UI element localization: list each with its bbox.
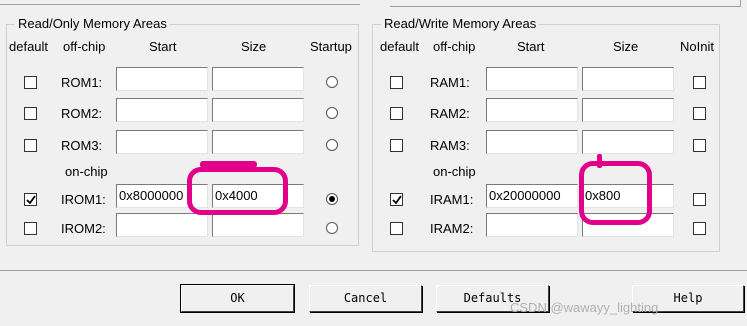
default-checkbox[interactable] — [24, 193, 37, 206]
default-checkbox[interactable] — [390, 139, 403, 152]
readwrite-group-title: Read/Write Memory Areas — [381, 16, 540, 31]
highlight-stroke — [200, 161, 257, 168]
header-size: Size — [613, 39, 639, 54]
startup-radio[interactable] — [326, 222, 338, 234]
highlight-iram1-size — [579, 161, 652, 225]
memory-area-label: ROM1: — [61, 75, 103, 90]
readonly-group-title: Read/Only Memory Areas — [15, 16, 170, 31]
memory-area-label: ROM2: — [61, 106, 103, 121]
start-address-input[interactable] — [486, 213, 578, 237]
ok-button[interactable]: OK — [180, 284, 295, 313]
memory-area-label: IRAM1: — [430, 192, 474, 207]
default-checkbox[interactable] — [390, 222, 403, 235]
size-input[interactable] — [582, 98, 674, 122]
section-onchip: on-chip — [433, 164, 476, 179]
header-offchip: off-chip — [433, 39, 476, 54]
start-address-input[interactable]: 0x20000000 — [486, 184, 578, 208]
noinit-checkbox[interactable] — [693, 222, 706, 235]
top-separator — [0, 0, 747, 8]
highlight-stroke — [597, 154, 602, 168]
readwrite-memory-group: Read/Write Memory Areas default off-chip… — [372, 16, 720, 252]
header-start: Start — [517, 39, 545, 54]
noinit-checkbox[interactable] — [693, 76, 706, 89]
startup-radio[interactable] — [326, 107, 338, 119]
memory-area-label: RAM2: — [430, 106, 470, 121]
readonly-memory-group: Read/Only Memory Areas default off-chip … — [6, 16, 359, 246]
default-checkbox[interactable] — [24, 139, 37, 152]
size-input[interactable] — [212, 98, 304, 122]
size-input[interactable] — [212, 67, 304, 91]
memory-area-label: IRAM2: — [430, 221, 474, 236]
highlight-irom1-size — [187, 167, 288, 215]
size-input[interactable] — [212, 213, 304, 237]
start-address-input[interactable] — [116, 213, 208, 237]
memory-area-label: IROM1: — [61, 192, 106, 207]
start-address-input[interactable] — [116, 67, 208, 91]
startup-radio[interactable] — [326, 193, 338, 205]
noinit-checkbox[interactable] — [693, 107, 706, 120]
header-size: Size — [241, 39, 267, 54]
default-checkbox[interactable] — [390, 76, 403, 89]
noinit-checkbox[interactable] — [693, 139, 706, 152]
size-input[interactable] — [212, 130, 304, 154]
startup-radio[interactable] — [326, 76, 338, 88]
header-default: default — [9, 39, 49, 54]
memory-area-label: ROM3: — [61, 138, 103, 153]
size-input[interactable] — [582, 67, 674, 91]
header-default: default — [380, 39, 420, 54]
memory-area-label: IROM2: — [61, 221, 106, 236]
header-noinit: NoInit — [680, 39, 714, 54]
start-address-input[interactable] — [486, 98, 578, 122]
memory-area-label: RAM1: — [430, 75, 470, 90]
watermark: CSDN @wawayy_lighting — [510, 300, 659, 315]
start-address-input[interactable] — [486, 67, 578, 91]
default-checkbox[interactable] — [24, 222, 37, 235]
start-address-input[interactable] — [486, 130, 578, 154]
startup-radio[interactable] — [326, 139, 338, 151]
start-address-input[interactable] — [116, 98, 208, 122]
header-startup: Startup — [310, 39, 352, 54]
memory-area-label: RAM3: — [430, 138, 470, 153]
default-checkbox[interactable] — [24, 107, 37, 120]
start-address-input[interactable] — [116, 130, 208, 154]
section-onchip: on-chip — [65, 164, 108, 179]
header-offchip: off-chip — [63, 39, 106, 54]
cancel-button[interactable]: Cancel — [309, 285, 422, 312]
default-checkbox[interactable] — [24, 76, 37, 89]
default-checkbox[interactable] — [390, 107, 403, 120]
noinit-checkbox[interactable] — [693, 193, 706, 206]
default-checkbox[interactable] — [390, 193, 403, 206]
header-start: Start — [149, 39, 177, 54]
bottom-separator — [0, 270, 747, 271]
size-input[interactable] — [582, 130, 674, 154]
